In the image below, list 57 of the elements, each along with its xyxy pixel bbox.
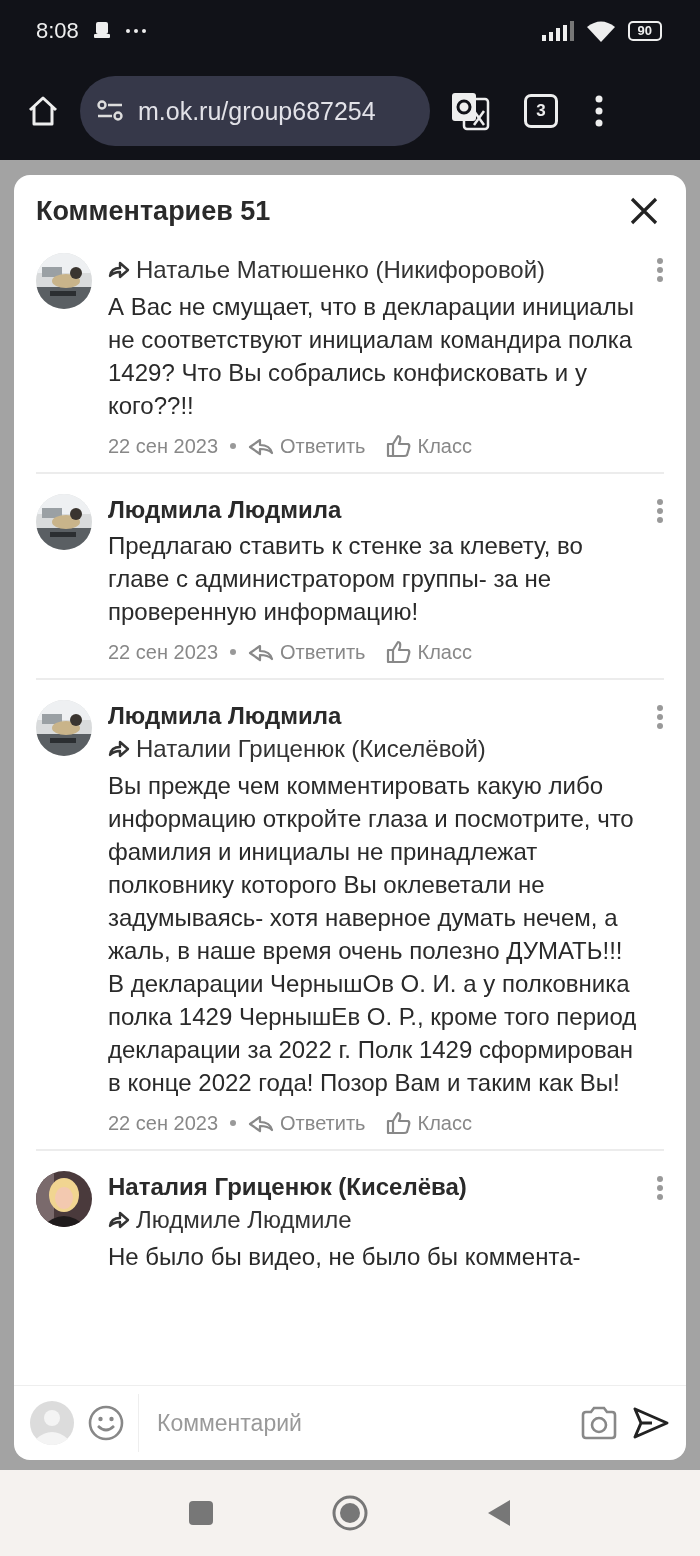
wifi-icon — [585, 20, 616, 42]
battery-icon: 90 — [627, 21, 662, 41]
status-time: 8:08 — [36, 18, 79, 44]
recents-icon[interactable] — [188, 1500, 214, 1526]
url-text: m.ok.ru/group687254 — [138, 96, 376, 126]
dot-separator-icon — [230, 1120, 237, 1126]
signal-icon — [541, 21, 574, 41]
more-options-icon[interactable] — [656, 498, 664, 524]
reply-arrow-icon — [108, 1211, 130, 1229]
camera-icon[interactable] — [580, 1406, 618, 1440]
home-button-icon[interactable] — [332, 1495, 368, 1531]
reply-button[interactable]: Ответить — [248, 1111, 374, 1135]
reply-recipient[interactable]: Наталии Гриценюк (Киселёвой) — [136, 732, 486, 766]
reply-icon — [248, 436, 275, 456]
like-button[interactable]: Класс — [385, 434, 480, 458]
send-icon[interactable] — [632, 1406, 670, 1440]
comment-date: 22 сен 2023 — [108, 640, 219, 664]
sheet-title: Комментариев 51 — [36, 195, 271, 227]
comment-text: Вы прежде чем комментировать какую либо информацию откройте глаза и посмотрите, что фамилия и инициалы не принадлежат полковнику которого Вы оклеветали не задумываясь- хотя наверное думать нечем, а жаль, в наше время очень полезно ДУМАТЬ!!! В декларации ЧернышОв О. И. а у полковника полка 1429 ЧернышЕв О. Р., кроме того период декларации за 2022 г. Полк 1429 сформирован в конце 2022 года! Позор Вам и таким как Вы! — [108, 771, 638, 1098]
reply-icon — [248, 642, 275, 662]
comment-date: 22 сен 2023 — [108, 434, 219, 458]
comment-text: Предлагаю ставить к стенке за клевету, во главе с администратором группы- за не проверенную информацию! — [108, 531, 584, 627]
thumbs-up-icon — [385, 1111, 412, 1135]
reply-recipient[interactable]: Людмиле Людмиле — [136, 1203, 352, 1237]
home-icon[interactable] — [26, 94, 60, 128]
like-button[interactable]: Класс — [385, 640, 480, 664]
thumbs-up-icon — [385, 640, 412, 664]
menu-icon[interactable] — [594, 95, 604, 127]
reply-button[interactable]: Ответить — [248, 640, 374, 664]
site-settings-icon[interactable] — [96, 100, 124, 122]
more-options-icon[interactable] — [656, 257, 664, 283]
dot-separator-icon — [230, 649, 237, 655]
comment-date: 22 сен 2023 — [108, 1111, 219, 1135]
more-icon — [124, 28, 147, 34]
back-icon[interactable] — [486, 1498, 512, 1528]
user-avatar-icon — [30, 1401, 74, 1445]
reply-recipient[interactable]: Наталье Матюшенко (Никифоровой) — [136, 253, 546, 287]
comment-input[interactable]: Комментарий — [138, 1394, 566, 1452]
comment-author[interactable]: Людмила Людмила — [108, 700, 640, 732]
more-options-icon[interactable] — [656, 1175, 664, 1201]
more-options-icon[interactable] — [656, 704, 664, 730]
address-bar[interactable]: m.ok.ru/group687254 — [80, 76, 430, 146]
translate-icon[interactable] — [450, 91, 490, 131]
reply-arrow-icon — [108, 740, 130, 758]
dot-separator-icon — [230, 443, 237, 449]
emoji-icon[interactable] — [88, 1405, 124, 1441]
reply-arrow-icon — [108, 261, 130, 279]
like-button[interactable]: Класс — [385, 1111, 480, 1135]
comment-text: Не было бы видео, не было бы коммента- — [108, 1242, 582, 1272]
comment-author[interactable]: Людмила Людмила — [108, 494, 640, 526]
tabs-button[interactable]: 3 — [524, 94, 558, 128]
close-icon[interactable] — [630, 197, 658, 225]
comment-author[interactable]: Наталия Гриценюк (Киселёва) — [108, 1171, 640, 1203]
comment-text: А Вас не смущает, что в декларации инициалы не соответствуют инициалам командира полка 1429? Что Вы собрались конфисковать и у кого??!! — [108, 292, 635, 421]
reply-button[interactable]: Ответить — [248, 434, 374, 458]
thumbs-up-icon — [385, 434, 412, 458]
reply-icon — [248, 1113, 275, 1133]
